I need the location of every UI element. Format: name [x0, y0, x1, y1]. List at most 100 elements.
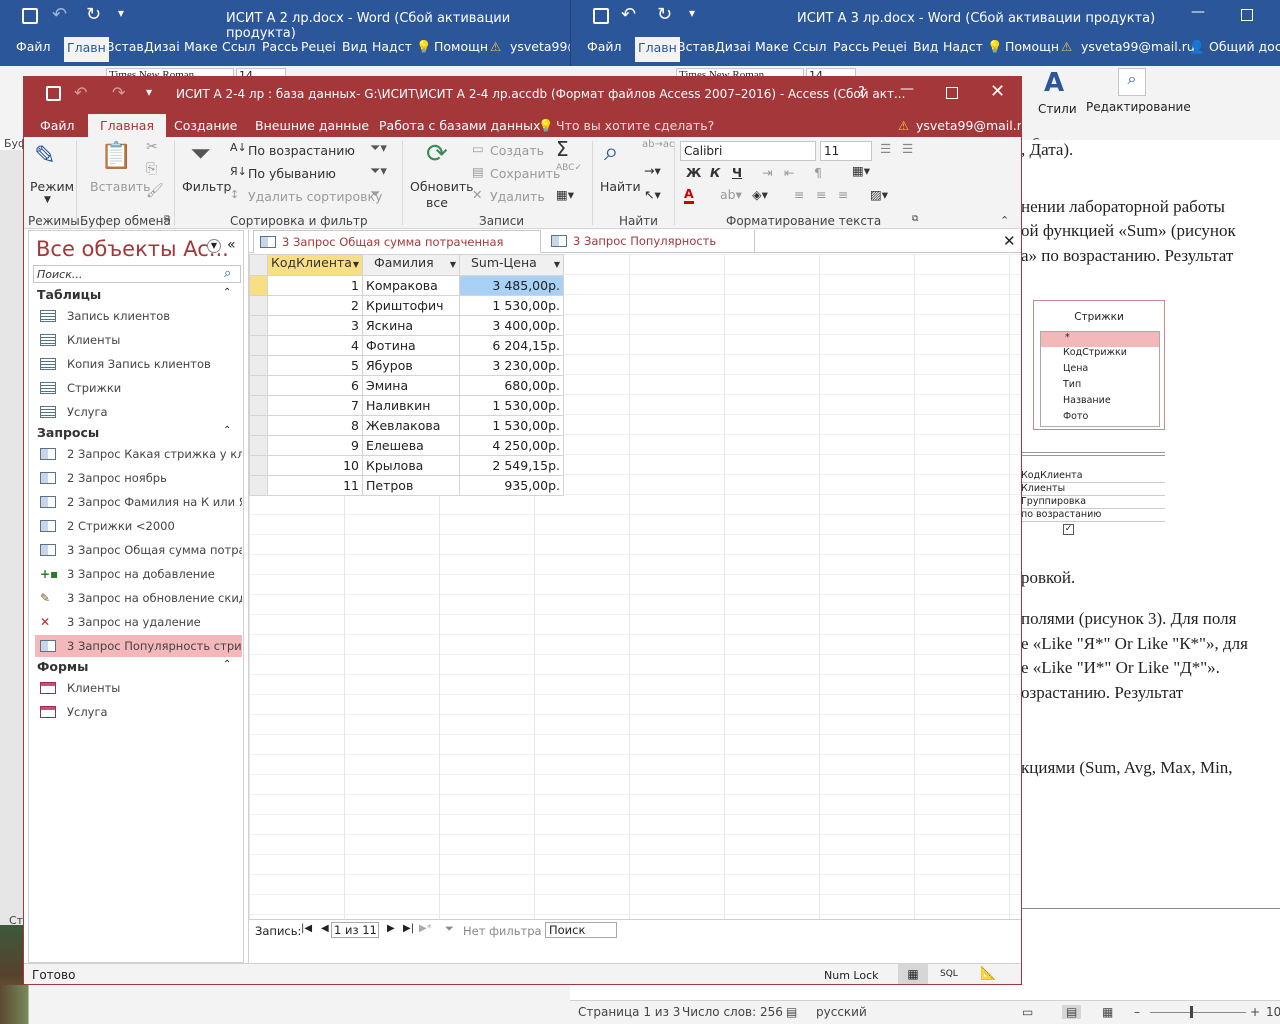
- zoom-slider-thumb[interactable]: [1190, 1006, 1193, 1018]
- collapse-section-icon[interactable]: ⌃: [223, 659, 231, 670]
- tab-references[interactable]: Ссыл: [793, 39, 826, 54]
- zoom-out-icon[interactable]: –: [1134, 1005, 1140, 1019]
- help-button[interactable]: ?: [858, 85, 865, 100]
- cell-surname[interactable]: Петров: [362, 475, 460, 496]
- sort-ascending-button[interactable]: По возрастанию: [248, 143, 355, 158]
- cell-client-id[interactable]: 11: [267, 475, 363, 496]
- nav-item-append-query[interactable]: +▪ 3 Запрос на добавление: [35, 563, 242, 585]
- cell-sum-price[interactable]: 2 549,15р.: [459, 455, 564, 476]
- row-selector[interactable]: [249, 335, 268, 356]
- paste-icon[interactable]: 📋: [100, 141, 132, 171]
- nav-item-table[interactable]: Услуга: [35, 401, 242, 423]
- filter-button-label[interactable]: Фильтр: [182, 179, 231, 194]
- save-icon[interactable]: [593, 8, 609, 24]
- tab-create[interactable]: Создание: [174, 118, 237, 133]
- new-record-button[interactable]: Создать: [490, 143, 544, 158]
- tab-insert[interactable]: Встав: [106, 39, 144, 54]
- cell-sum-price[interactable]: 1 530,00р.: [459, 295, 564, 316]
- design-view-icon[interactable]: 📐: [980, 966, 996, 981]
- tab-home[interactable]: Главн: [635, 37, 680, 62]
- share-icon[interactable]: 👤: [1189, 39, 1205, 55]
- nav-pane-header[interactable]: Все объекты Ac...: [36, 237, 229, 261]
- tab-home[interactable]: Главн: [64, 37, 109, 62]
- go-to-icon[interactable]: →▾: [644, 163, 661, 178]
- redo-icon[interactable]: ↷: [112, 83, 125, 102]
- styles-icon[interactable]: A: [1044, 68, 1064, 98]
- select-icon[interactable]: ↖▾: [644, 187, 661, 202]
- nav-item-query[interactable]: 2 Запрос Фамилия на К или Я,...: [35, 491, 242, 513]
- save-record-icon[interactable]: ▤: [472, 164, 484, 179]
- zoom-slider[interactable]: [1150, 1012, 1246, 1013]
- refresh-button-label-2[interactable]: все: [426, 195, 448, 210]
- nav-item-query-selected[interactable]: 3 Запрос Популярность стри...: [35, 635, 242, 657]
- nav-item-table[interactable]: Копия Запись клиентов: [35, 353, 242, 375]
- highlight-icon[interactable]: ab▾: [720, 187, 742, 202]
- no-filter-icon[interactable]: ⏷: [445, 922, 454, 936]
- cell-client-id[interactable]: 6: [267, 375, 363, 396]
- column-dropdown-icon[interactable]: ▼: [450, 255, 456, 275]
- italic-button[interactable]: К: [710, 165, 720, 180]
- font-color-icon[interactable]: A: [684, 187, 694, 204]
- doc-tab-query-total[interactable]: 3 Запрос Общая сумма потраченная клиенто…: [253, 230, 541, 272]
- nav-search-box[interactable]: Поиск... ⌕: [33, 265, 241, 283]
- account-label[interactable]: ysveta99@mail.ru: [1081, 39, 1195, 54]
- paragraph-icon[interactable]: ¶: [814, 165, 822, 180]
- cell-sum-price[interactable]: 1 530,00р.: [459, 415, 564, 436]
- word-count[interactable]: Число слов: 256: [682, 1005, 783, 1019]
- replace-icon[interactable]: ab→ac: [642, 139, 674, 150]
- remove-sort-button[interactable]: Удалить сортировку: [248, 189, 382, 204]
- remove-sort-icon[interactable]: ↕: [230, 188, 239, 201]
- tab-insert[interactable]: Встав: [677, 39, 715, 54]
- nav-item-table[interactable]: Запись клиентов: [35, 305, 242, 327]
- datasheet-view-icon[interactable]: ▦: [898, 964, 928, 984]
- bold-button[interactable]: Ж: [686, 165, 701, 180]
- last-record-icon[interactable]: ▶|: [403, 923, 414, 934]
- redo-icon[interactable]: ↻: [657, 4, 672, 25]
- alternate-row-color-icon[interactable]: ▨▾: [870, 187, 888, 202]
- toggle-filter-icon[interactable]: ⏷: [370, 187, 380, 202]
- advanced-filter-icon[interactable]: ⏷▾: [370, 164, 387, 179]
- tell-me-label[interactable]: Помощн: [1005, 39, 1059, 54]
- align-left-icon[interactable]: ≡: [794, 187, 804, 202]
- cell-client-id[interactable]: 5: [267, 355, 363, 376]
- tab-home[interactable]: Главная: [88, 114, 166, 137]
- nav-item-form[interactable]: Услуга: [35, 701, 242, 723]
- row-selector[interactable]: [249, 315, 268, 336]
- nav-item-form[interactable]: Клиенты: [35, 677, 242, 699]
- close-icon[interactable]: ✕: [990, 81, 1005, 102]
- tab-design[interactable]: Дизаі: [715, 39, 751, 54]
- new-record-nav-icon[interactable]: ▶*: [419, 923, 432, 934]
- copy-icon[interactable]: ⎘: [146, 161, 157, 177]
- close-document-icon[interactable]: ✕: [1003, 232, 1016, 250]
- sort-descending-icon[interactable]: Я↓: [230, 165, 247, 178]
- cell-surname[interactable]: Жевлакова: [362, 415, 460, 436]
- nav-collapse-icon[interactable]: «: [227, 237, 236, 253]
- cell-sum-price[interactable]: 935,00р.: [459, 475, 564, 496]
- tab-external-data[interactable]: Внешние данные: [255, 118, 369, 133]
- tab-review[interactable]: Рецеі: [872, 39, 907, 54]
- nav-item-query[interactable]: 2 Запрос ноябрь: [35, 467, 242, 489]
- nav-item-delete-query[interactable]: ✕ 3 Запрос на удаление: [35, 611, 242, 633]
- cell-sum-price[interactable]: 3 230,00р.: [459, 355, 564, 376]
- customize-qat-icon[interactable]: ▾: [146, 85, 152, 99]
- save-record-button[interactable]: Сохранить: [490, 166, 560, 181]
- row-selector[interactable]: [249, 295, 268, 316]
- sort-ascending-icon[interactable]: A↓: [230, 141, 247, 154]
- previous-record-icon[interactable]: ◀: [321, 923, 329, 934]
- cell-client-id[interactable]: 9: [267, 435, 363, 456]
- cell-client-id[interactable]: 8: [267, 415, 363, 436]
- minimize-icon[interactable]: —: [900, 81, 914, 97]
- indent-icon[interactable]: ⇥: [762, 165, 772, 180]
- find-button-label[interactable]: Найти: [600, 179, 641, 194]
- new-record-icon[interactable]: ▭: [472, 141, 484, 156]
- doc-tab-query-popularity[interactable]: 3 Запрос Популярность стрижек: [545, 230, 755, 271]
- cell-surname[interactable]: Комракова: [362, 275, 460, 296]
- zoom-in-icon[interactable]: +: [1250, 1005, 1260, 1019]
- clipboard-launcher-icon[interactable]: ⧉: [164, 214, 170, 224]
- underline-button[interactable]: Ч: [732, 165, 742, 180]
- current-record-box[interactable]: 1 из 11: [331, 922, 379, 938]
- cell-sum-price[interactable]: 3 400,00р.: [459, 315, 564, 336]
- cut-icon[interactable]: ✂: [146, 139, 158, 155]
- nav-section-queries[interactable]: Запросы: [37, 425, 99, 440]
- row-selector[interactable]: [249, 475, 268, 496]
